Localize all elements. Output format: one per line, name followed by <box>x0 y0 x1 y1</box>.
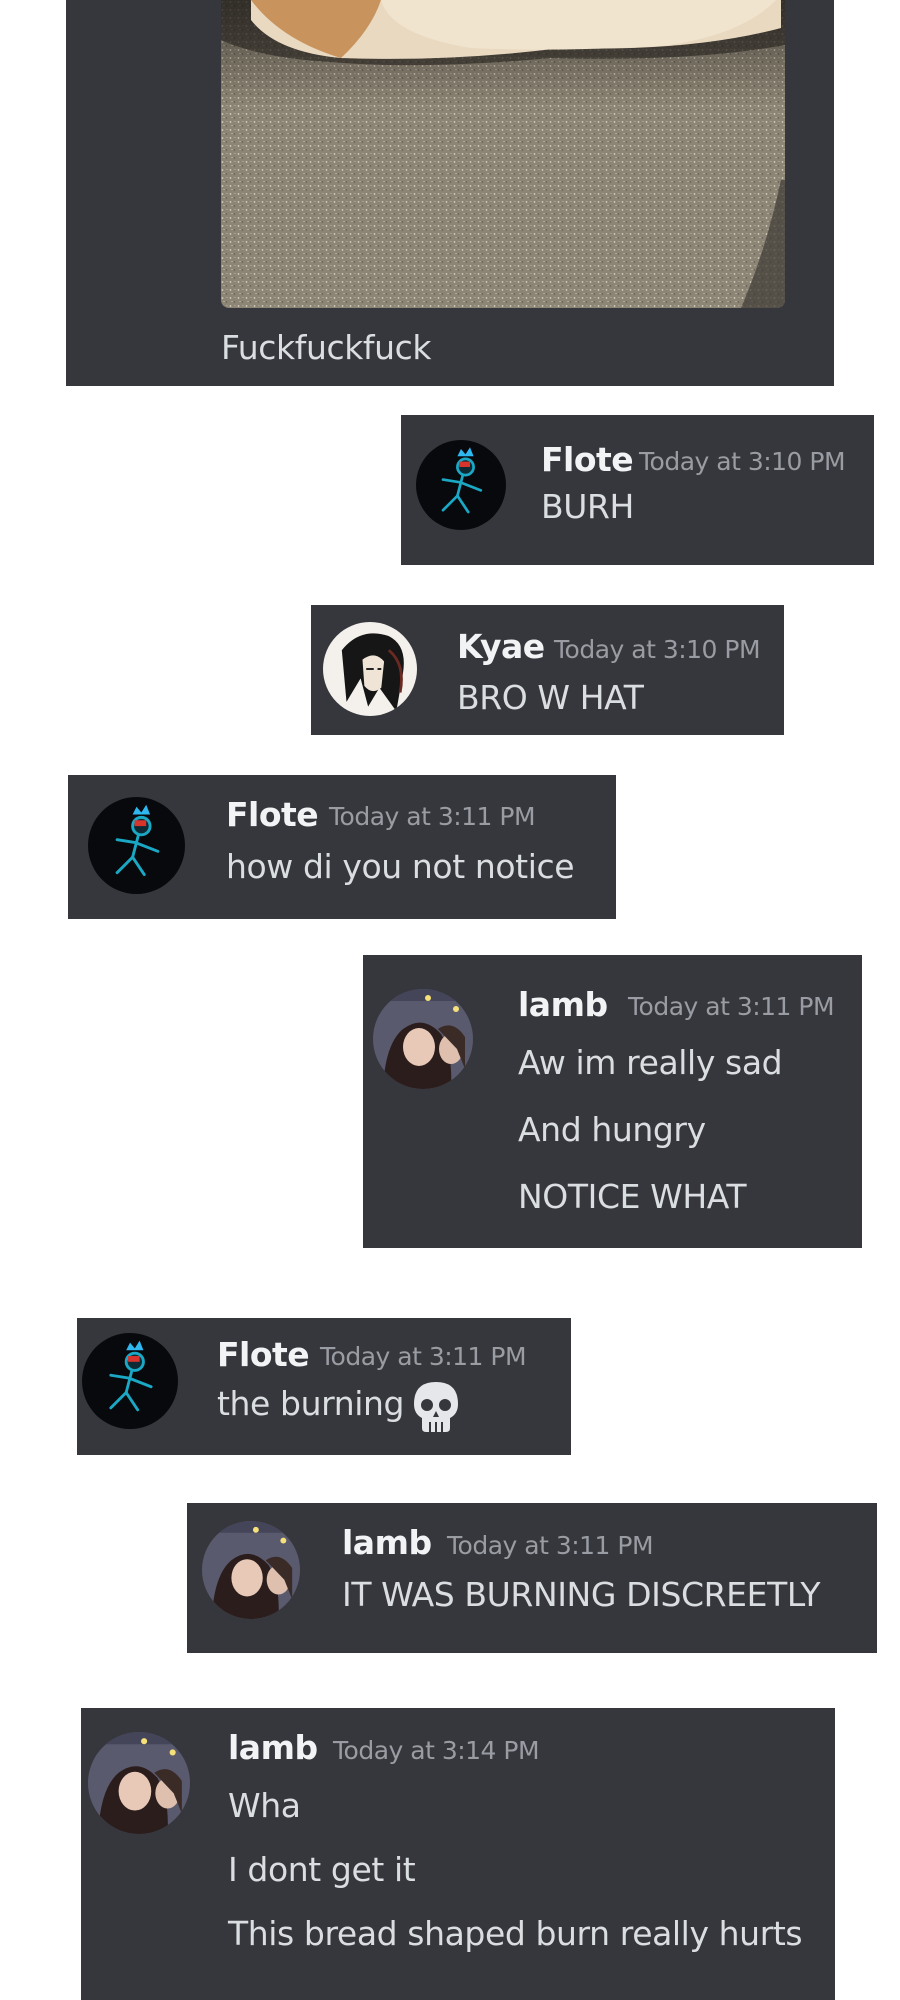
timestamp: Today at 3:11 PM <box>628 992 835 1021</box>
message-card: Flote Today at 3:10 PM BURH <box>401 415 874 565</box>
message-text: NOTICE WHAT <box>518 1177 747 1216</box>
message-text: Fuckfuckfuck <box>221 328 432 367</box>
message-card: lamb Today at 3:11 PM IT WAS BURNING DIS… <box>187 1503 877 1653</box>
username[interactable]: Flote <box>217 1335 310 1374</box>
username[interactable]: Kyae <box>457 627 545 666</box>
username[interactable]: lamb <box>518 985 608 1024</box>
message-card: Kyae Today at 3:10 PM BRO W HAT <box>311 605 784 735</box>
username[interactable]: Flote <box>541 440 634 479</box>
stick-figure-avatar[interactable] <box>416 440 506 530</box>
message-text: And hungry <box>518 1110 706 1149</box>
message-text: Wha <box>228 1786 301 1825</box>
timestamp: Today at 3:14 PM <box>333 1736 540 1765</box>
bread-photo[interactable] <box>221 0 785 308</box>
stick-figure-avatar[interactable] <box>88 797 185 894</box>
message-card: Flote Today at 3:11 PM the burning <box>77 1318 571 1455</box>
timestamp: Today at 3:11 PM <box>320 1342 527 1371</box>
message-text: IT WAS BURNING DISCREETLY <box>342 1575 821 1614</box>
photo-avatar[interactable] <box>88 1732 190 1834</box>
message-text: This bread shaped burn really hurts <box>228 1914 803 1953</box>
username[interactable]: lamb <box>342 1523 432 1562</box>
timestamp: Today at 3:10 PM <box>554 635 761 664</box>
timestamp: Today at 3:11 PM <box>329 802 536 831</box>
stick-figure-avatar[interactable] <box>82 1333 178 1429</box>
message-card: Fuckfuckfuck <box>66 0 834 386</box>
username[interactable]: Flote <box>226 795 319 834</box>
message-text: Aw im really sad <box>518 1043 783 1082</box>
photo-avatar[interactable] <box>373 989 473 1089</box>
message-text: the burning <box>217 1384 405 1423</box>
message-text: I dont get it <box>228 1850 416 1889</box>
timestamp: Today at 3:10 PM <box>639 447 846 476</box>
message-card: lamb Today at 3:14 PM Wha I dont get it … <box>81 1708 835 2000</box>
anime-avatar[interactable] <box>323 622 417 716</box>
message-text: BRO W HAT <box>457 678 644 717</box>
photo-avatar[interactable] <box>202 1521 300 1619</box>
timestamp: Today at 3:11 PM <box>447 1531 654 1560</box>
message-text: BURH <box>541 487 634 526</box>
message-text: how di you not notice <box>226 847 575 886</box>
skull-emoji-icon <box>410 1380 462 1434</box>
username[interactable]: lamb <box>228 1728 318 1767</box>
message-card: lamb Today at 3:11 PM Aw im really sad A… <box>363 955 862 1248</box>
message-card: Flote Today at 3:11 PM how di you not no… <box>68 775 616 919</box>
